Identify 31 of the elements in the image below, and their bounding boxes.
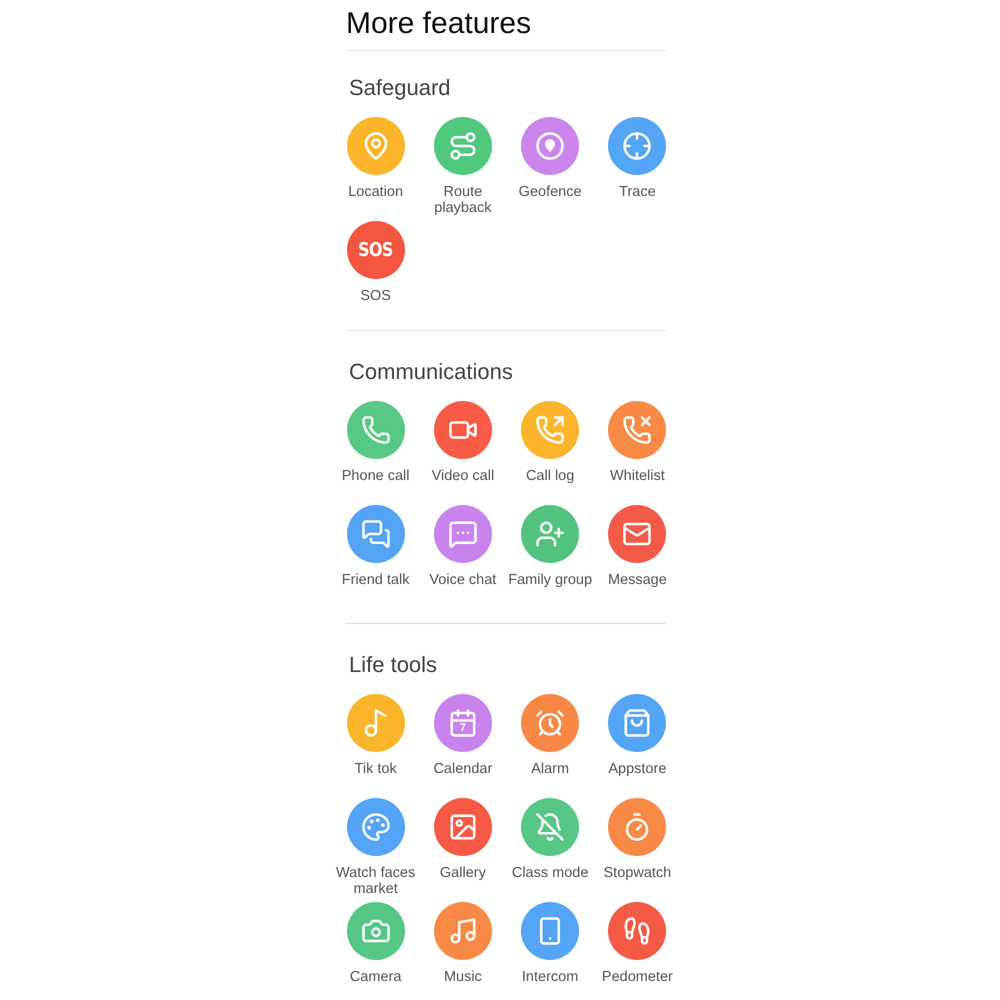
feature-button[interactable]: Whitelist <box>608 401 666 484</box>
page-title: More features <box>346 6 532 42</box>
feature-button[interactable]: 7 Calendar <box>433 694 492 777</box>
feature-button[interactable]: SOS SOS <box>346 221 405 304</box>
feature-button[interactable]: Intercom <box>521 902 580 985</box>
feature-button[interactable]: Gallery <box>434 798 492 881</box>
section-title: Safeguard <box>349 75 451 101</box>
feature-button[interactable]: Call log <box>521 401 580 484</box>
section-title: Life tools <box>349 652 438 678</box>
sos-icon: SOS <box>346 221 405 279</box>
feature-button[interactable]: Music <box>434 902 492 985</box>
feature-button[interactable]: Voice chat <box>429 505 496 588</box>
feature-button[interactable]: Message <box>608 505 667 588</box>
feature-button[interactable]: Stopwatch <box>604 798 672 881</box>
feature-button[interactable]: Friend talk <box>342 505 410 588</box>
feature-button[interactable]: Appstore <box>608 694 666 777</box>
feature-button[interactable]: Pedometer <box>602 902 673 985</box>
feature-button[interactable]: Location <box>346 117 405 200</box>
feature-button[interactable]: Camera <box>346 902 405 985</box>
feature-button[interactable]: Video call <box>432 401 494 484</box>
section-title: Communications <box>349 359 513 385</box>
calendar-icon: 7 <box>434 694 492 752</box>
feature-button[interactable]: Route playback <box>434 117 492 216</box>
feature-button[interactable]: Trace <box>608 117 666 200</box>
feature-button[interactable]: Tik tok <box>346 694 405 777</box>
feature-button[interactable]: Phone call <box>342 401 410 484</box>
feature-button[interactable]: Watch faces market <box>336 798 416 897</box>
feature-button[interactable]: Class mode <box>512 798 588 881</box>
feature-button[interactable]: Geofence <box>518 117 582 200</box>
feature-button[interactable]: Alarm <box>521 694 580 777</box>
feature-button[interactable]: Family group <box>508 505 592 588</box>
